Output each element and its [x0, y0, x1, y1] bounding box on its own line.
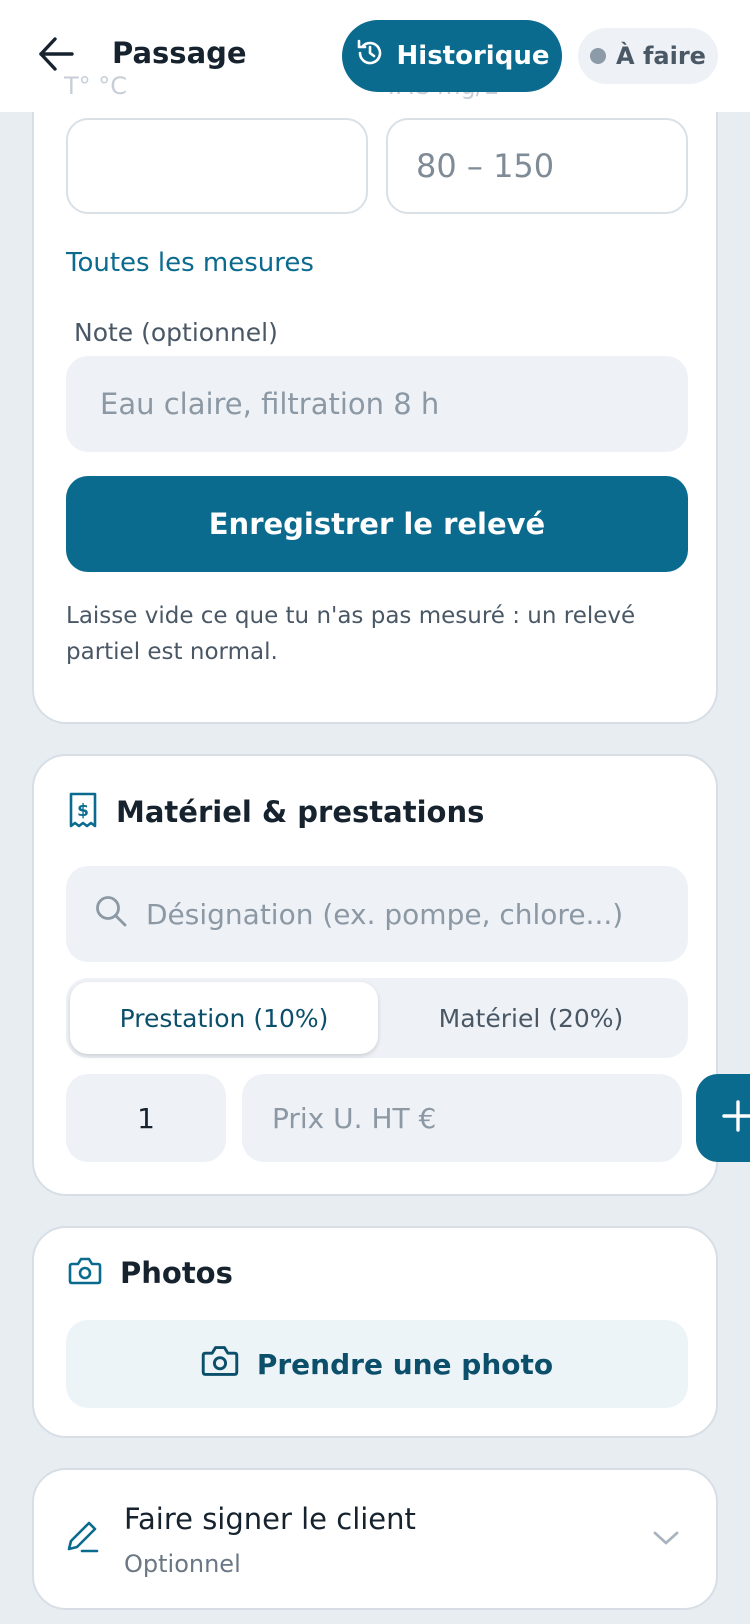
materiel-header: $ Matériel & prestations — [68, 792, 484, 832]
quantity-input[interactable]: 1 — [66, 1074, 226, 1162]
materiel-card: $ Matériel & prestations Désignation (ex… — [32, 754, 718, 1196]
tac-placeholder: 80 – 150 — [416, 147, 555, 185]
app-header: T° °C TAC mg/L Passage Historique — [0, 0, 750, 112]
history-icon — [355, 38, 385, 75]
all-measures-link[interactable]: Toutes les mesures — [66, 248, 314, 278]
note-placeholder: Eau claire, filtration 8 h — [100, 387, 440, 421]
passage-screen: 80 – 150 Toutes les mesures Note (option… — [0, 0, 750, 1624]
camera-icon — [201, 1344, 239, 1385]
add-line-button[interactable] — [696, 1074, 750, 1162]
receipt-dollar-icon: $ — [68, 792, 98, 832]
photos-title: Photos — [120, 1256, 233, 1290]
status-dot-icon — [590, 48, 607, 64]
plus-icon — [722, 1100, 750, 1136]
note-input[interactable]: Eau claire, filtration 8 h — [66, 356, 688, 452]
photos-card: Photos Prendre une photo — [32, 1226, 718, 1438]
unit-price-placeholder: Prix U. HT € — [272, 1101, 437, 1135]
tva-segmented-control: Prestation (10%) Matériel (20%) — [66, 978, 688, 1058]
chevron-down-icon[interactable] — [652, 1528, 680, 1552]
quantity-value: 1 — [137, 1101, 155, 1135]
page-title: Passage — [112, 36, 247, 70]
arrow-left-icon — [36, 37, 76, 78]
designation-search-input[interactable]: Désignation (ex. pompe, chlore...) — [66, 866, 688, 962]
take-photo-button[interactable]: Prendre une photo — [66, 1320, 688, 1408]
tac-field[interactable]: 80 – 150 — [386, 118, 688, 214]
svg-text:$: $ — [77, 801, 89, 821]
tab-prestation[interactable]: Prestation (10%) — [70, 982, 378, 1054]
save-releve-label: Enregistrer le relevé — [208, 507, 546, 541]
partial-releve-hint: Laisse vide ce que tu n'as pas mesuré : … — [66, 603, 636, 665]
pen-icon — [64, 1518, 100, 1558]
search-icon — [94, 894, 128, 935]
temperature-field[interactable] — [66, 118, 368, 214]
designation-placeholder: Désignation (ex. pompe, chlore...) — [146, 897, 624, 931]
back-button[interactable] — [36, 34, 76, 74]
history-button[interactable]: Historique — [342, 20, 562, 92]
status-badge[interactable]: À faire — [578, 28, 718, 84]
note-label: Note (optionnel) — [74, 318, 278, 347]
unit-price-input[interactable]: Prix U. HT € — [242, 1074, 682, 1162]
signature-card[interactable]: Faire signer le client Optionnel — [32, 1468, 718, 1610]
releve-card: 80 – 150 Toutes les mesures Note (option… — [32, 60, 718, 724]
tab-materiel[interactable]: Matériel (20%) — [378, 982, 684, 1054]
save-releve-button[interactable]: Enregistrer le relevé — [66, 476, 688, 572]
take-photo-label: Prendre une photo — [256, 1347, 554, 1381]
sign-client-title: Faire signer le client — [124, 1502, 416, 1536]
sign-client-subtitle: Optionnel — [124, 1550, 241, 1578]
history-label: Historique — [396, 41, 550, 71]
status-label: À faire — [616, 42, 706, 70]
photos-header: Photos — [68, 1256, 233, 1290]
materiel-title: Matériel & prestations — [116, 795, 485, 829]
camera-icon — [68, 1256, 102, 1290]
